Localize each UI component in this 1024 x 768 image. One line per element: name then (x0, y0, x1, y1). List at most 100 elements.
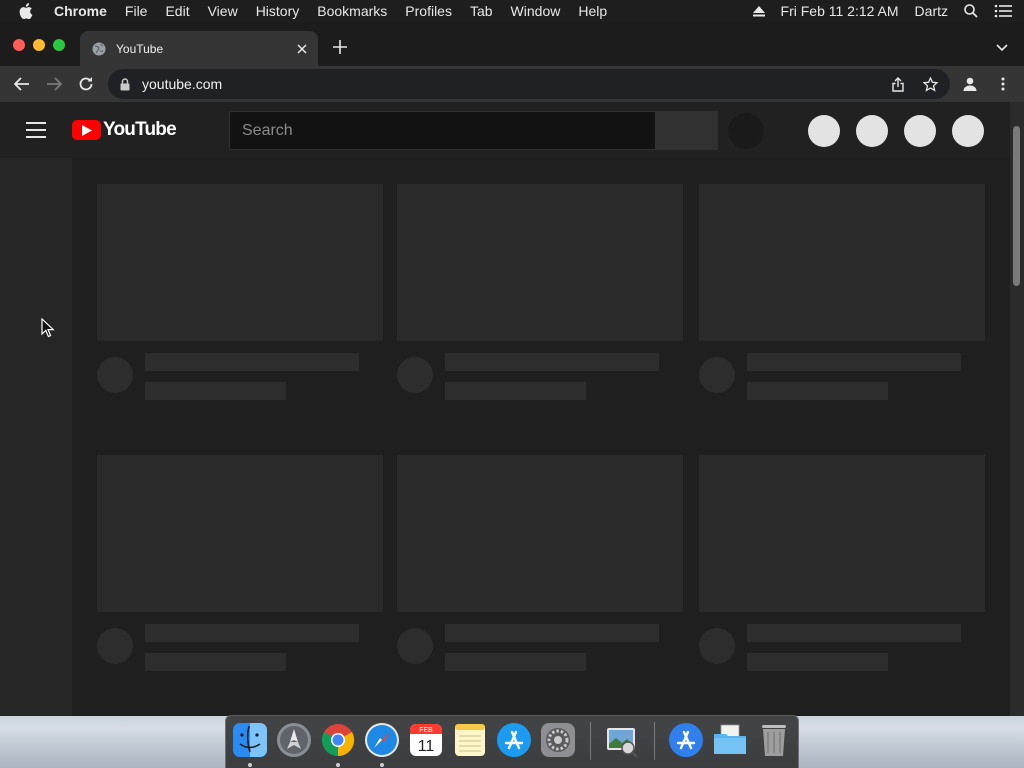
menu-tab[interactable]: Tab (470, 3, 493, 19)
mouse-cursor-icon (41, 317, 55, 338)
thumbnail-placeholder[interactable] (97, 184, 383, 341)
eject-icon[interactable] (752, 5, 765, 17)
voice-search-placeholder[interactable] (728, 113, 764, 149)
youtube-logo[interactable]: YouTube (72, 119, 177, 141)
chrome-icon[interactable] (320, 722, 356, 758)
zoom-window-button[interactable] (53, 39, 65, 51)
thumbnail-placeholder[interactable] (699, 455, 985, 612)
menu-view[interactable]: View (208, 3, 238, 19)
minimize-window-button[interactable] (33, 39, 45, 51)
chevron-down-icon[interactable] (992, 38, 1012, 58)
menubar-datetime[interactable]: Fri Feb 11 2:12 AM (781, 3, 899, 19)
channel-avatar-placeholder (397, 628, 433, 664)
applications-folder-icon[interactable] (668, 722, 704, 758)
menu-help[interactable]: Help (578, 3, 607, 19)
channel-avatar-placeholder (699, 357, 735, 393)
youtube-page: YouTube Search (0, 102, 1010, 716)
subtitle-line-placeholder (747, 382, 888, 400)
tab-strip: YouTube (0, 22, 1024, 66)
globe-favicon-icon (92, 42, 106, 56)
calendar-month-label: FEB (419, 727, 433, 734)
thumbnail-placeholder[interactable] (97, 455, 383, 612)
header-button-placeholder[interactable] (856, 115, 888, 147)
video-card-placeholder[interactable] (97, 184, 383, 411)
title-line-placeholder (145, 624, 359, 642)
new-tab-icon[interactable] (330, 37, 350, 57)
running-indicator (336, 763, 340, 767)
dock: FEB 11 (225, 715, 799, 768)
tab-title: YouTube (116, 41, 164, 56)
app-store-icon[interactable] (496, 722, 532, 758)
video-grid (72, 158, 1010, 716)
menu-window[interactable]: Window (511, 3, 561, 19)
title-line-placeholder (747, 353, 961, 371)
subtitle-line-placeholder (445, 382, 586, 400)
menu-edit[interactable]: Edit (165, 3, 189, 19)
video-card-placeholder[interactable] (699, 184, 985, 411)
video-card-placeholder[interactable] (97, 455, 383, 682)
menu-bar: Chrome File Edit View History Bookmarks … (0, 0, 1024, 22)
control-center-icon[interactable] (994, 4, 1012, 18)
calendar-icon[interactable]: FEB 11 (408, 722, 444, 758)
chrome-window: YouTube youtube.com YouTube Search (0, 22, 1024, 716)
subtitle-line-placeholder (145, 653, 286, 671)
preview-icon[interactable] (604, 722, 640, 758)
subtitle-line-placeholder (145, 382, 286, 400)
menu-file[interactable]: File (125, 3, 148, 19)
forward-arrow-icon[interactable] (42, 72, 66, 96)
apple-menu-icon[interactable] (19, 3, 39, 19)
thumbnail-placeholder[interactable] (397, 184, 683, 341)
thumbnail-placeholder[interactable] (699, 184, 985, 341)
spotlight-search-icon[interactable] (964, 4, 978, 18)
calendar-day-label: 11 (418, 738, 435, 755)
video-card-placeholder[interactable] (397, 455, 683, 682)
menubar-user[interactable]: Dartz (915, 3, 948, 19)
running-indicator (248, 763, 252, 767)
launchpad-icon[interactable] (276, 722, 312, 758)
channel-avatar-placeholder (397, 357, 433, 393)
youtube-play-icon (72, 120, 101, 140)
kebab-menu-icon[interactable] (991, 72, 1015, 96)
profile-icon[interactable] (958, 72, 982, 96)
avatar-placeholder[interactable] (952, 115, 984, 147)
reload-icon[interactable] (74, 72, 98, 96)
browser-toolbar: youtube.com (0, 66, 1024, 102)
finder-icon[interactable] (232, 722, 268, 758)
channel-avatar-placeholder (97, 628, 133, 664)
search-input[interactable]: Search (229, 111, 656, 150)
back-arrow-icon[interactable] (10, 72, 34, 96)
bookmark-star-icon[interactable] (918, 72, 942, 96)
url-text[interactable]: youtube.com (142, 76, 886, 92)
page-scrollbar-thumb[interactable] (1013, 126, 1020, 286)
thumbnail-placeholder[interactable] (397, 455, 683, 612)
address-bar[interactable]: youtube.com (108, 69, 950, 99)
trash-icon[interactable] (756, 722, 792, 758)
header-button-placeholder[interactable] (904, 115, 936, 147)
menu-profiles[interactable]: Profiles (405, 3, 452, 19)
video-card-placeholder[interactable] (699, 455, 985, 682)
app-menu-chrome[interactable]: Chrome (54, 3, 107, 19)
documents-folder-icon[interactable] (712, 722, 748, 758)
subtitle-line-placeholder (445, 653, 586, 671)
title-line-placeholder (445, 624, 659, 642)
menu-history[interactable]: History (256, 3, 300, 19)
share-icon[interactable] (886, 72, 910, 96)
system-preferences-icon[interactable] (540, 722, 576, 758)
youtube-header: YouTube Search (0, 102, 1010, 158)
search-button[interactable] (655, 111, 718, 150)
title-line-placeholder (445, 353, 659, 371)
close-window-button[interactable] (13, 39, 25, 51)
tab-youtube[interactable]: YouTube (80, 31, 318, 66)
title-line-placeholder (145, 353, 359, 371)
subtitle-line-placeholder (747, 653, 888, 671)
close-tab-icon[interactable] (292, 39, 312, 59)
video-card-placeholder[interactable] (397, 184, 683, 411)
hamburger-menu-icon[interactable] (24, 120, 48, 140)
header-button-placeholder[interactable] (808, 115, 840, 147)
menu-bookmarks[interactable]: Bookmarks (317, 3, 387, 19)
safari-icon[interactable] (364, 722, 400, 758)
sidebar-placeholder (0, 158, 72, 716)
lock-icon[interactable] (120, 77, 134, 91)
notes-icon[interactable] (452, 722, 488, 758)
dock-separator (654, 722, 655, 760)
